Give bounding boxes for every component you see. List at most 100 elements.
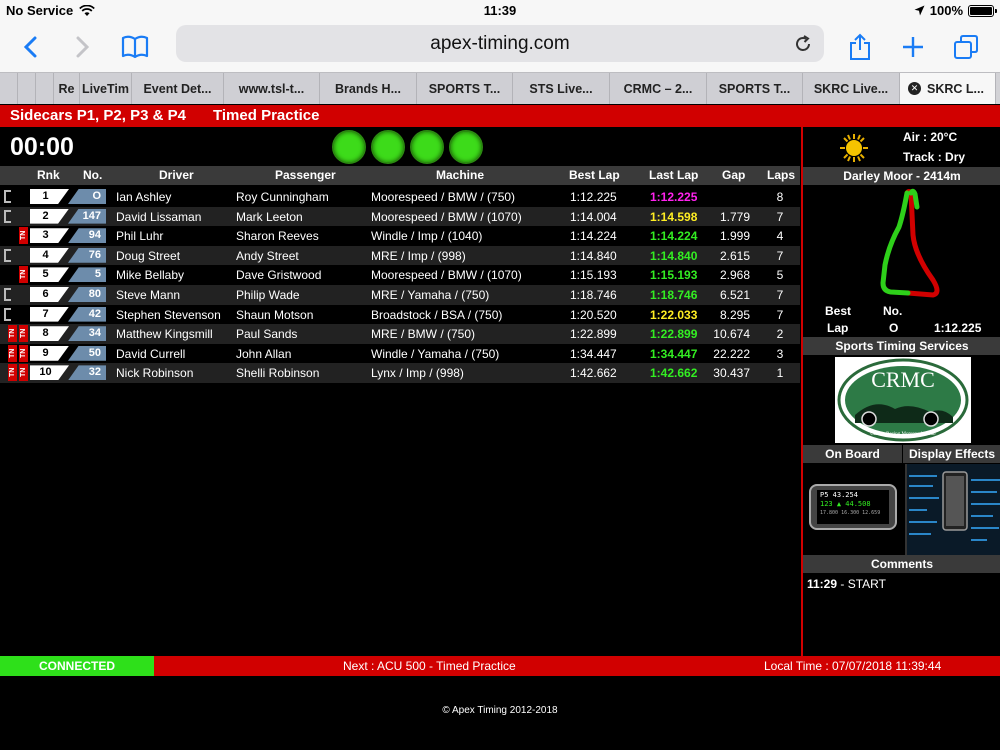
rank-cell: 9 [30,345,69,361]
tab-label: Event Det... [143,81,212,96]
feature-thumbnails: P5 43.254 123 ▲ 44.508 17.800 16.300 12.… [803,464,1000,556]
col-machine: Machine [436,168,485,182]
last-lap-cell: 1:14.840 [650,248,698,263]
book-icon [121,35,149,59]
driver-cell: Phil Luhr [116,229,164,244]
onboard-line: P5 43.254 [820,491,858,499]
driver-cell: Steve Mann [116,288,181,302]
connection-status: CONNECTED [0,656,154,676]
col-rnk: Rnk [37,168,60,182]
status-time: 11:39 [483,3,517,18]
col-best-lap: Best Lap [569,168,620,182]
best-lap-cell: 1:14.840 [570,248,617,263]
col-driver: Driver [159,168,194,182]
forward-button[interactable] [65,30,101,64]
tabs-overview-button[interactable] [948,30,984,64]
tn-badge: TN [19,325,28,343]
passenger-cell: Shelli Robinson [236,366,320,381]
browser-tab[interactable]: Brands H... [320,73,417,104]
last-lap-cell: 1:14.598 [650,209,698,224]
best-lap-cell: 1:22.899 [570,327,617,342]
best-lap-cell: 1:34.447 [570,346,617,361]
browser-toolbar: apex-timing.com [0,22,1000,72]
col-passenger: Passenger [275,168,336,182]
browser-tab[interactable]: SPORTS T... [707,73,803,104]
best-lap-no: O [889,321,899,335]
col-laps: Laps [767,168,796,182]
next-session: Next : ACU 500 - Timed Practice [343,659,516,673]
display-effects-label[interactable]: Display Effects [903,445,1000,463]
driver-cell: Ian Ashley [116,190,172,204]
browser-tab[interactable]: Event Det... [132,73,224,104]
best-lap-cell: 1:14.224 [570,229,617,244]
tn-badge: TN [19,227,28,245]
laps-cell: 8 [776,190,784,204]
tn-badge: TN [19,344,28,362]
sponsor-title: Sports Timing Services [803,337,1000,355]
battery-percent: 100% [929,3,963,18]
browser-tab[interactable]: STS Live... [513,73,610,104]
browser-tab[interactable]: ✕ SKRC L... [900,73,996,104]
browser-tab[interactable] [36,73,54,104]
last-lap-cell: 1:12.225 [650,190,698,204]
number-cell: 147 [68,208,106,224]
tn-badge: TN [8,325,17,343]
last-lap-cell: 1:22.033 [650,307,698,322]
browser-tab[interactable] [18,73,36,104]
green-light-icon [449,130,483,164]
onboard-label[interactable]: On Board [803,445,902,463]
col-gap: Gap [722,168,746,182]
number-cell: 42 [68,306,106,322]
onboard-thumbnail[interactable]: P5 43.254 123 ▲ 44.508 17.800 16.300 12.… [809,484,897,530]
display-effects-thumbnail[interactable] [905,464,1000,556]
machine-cell: Moorespeed / BMW / (1070) [371,209,522,224]
driver-cell: Stephen Stevenson [116,307,221,322]
table-row: TN TN 8 34 Matthew Kingsmill Paul Sands MRE / … [0,324,800,344]
bookmarks-button[interactable] [117,30,153,64]
bracket-icon [4,209,11,223]
machine-cell: Lynx / Imp / (998) [371,366,464,381]
reload-button[interactable] [790,31,816,57]
gap-cell: 30.437 [713,366,750,381]
browser-tab[interactable]: SPORTS T... [417,73,513,104]
onboard-line: 123 ▲ 44.508 [820,500,871,508]
reload-icon [796,35,810,51]
browser-tab[interactable]: www.tsl-t... [224,73,320,104]
table-row: TN 3 94 Phil Luhr Sharon Reeves Windle / Imp … [0,226,800,246]
best-no-label: No. [883,304,903,318]
browser-tab[interactable]: Re [54,73,80,104]
gap-cell: 8.295 [719,307,750,322]
tab-strip: Re LiveTim Event Det... www.tsl-t... Brands … [0,72,1000,104]
new-tab-button[interactable] [895,30,931,64]
gap-cell: 1.999 [719,229,750,244]
browser-tab[interactable]: SKRC Live... [803,73,900,104]
url-text: apex-timing.com [430,32,570,54]
table-row: TN TN 9 50 David Currell John Allan Windle / Y… [0,344,800,364]
laps-cell: 4 [776,229,784,244]
share-button[interactable] [842,30,878,64]
browser-tab[interactable]: CRMC – 2... [610,73,707,104]
track-condition: Track : Dry [903,150,966,164]
url-bar[interactable]: apex-timing.com [176,25,824,62]
rank-cell: 4 [30,247,69,263]
laps-cell: 1 [776,366,784,381]
green-light-icon [410,130,444,164]
local-time: Local Time : 07/07/2018 11:39:44 [764,659,942,673]
chevron-right-icon [76,36,90,58]
browser-tab[interactable]: LiveTim [80,73,132,104]
rank-cell: 1 [30,189,69,204]
gap-cell: 2.615 [719,248,750,263]
last-lap-cell: 1:15.193 [650,268,698,283]
comments-title: Comments [803,555,1000,573]
back-button[interactable] [12,30,48,64]
last-lap-cell: 1:42.662 [650,366,698,381]
bracket-icon [4,288,11,301]
browser-tab[interactable] [0,73,18,104]
tab-label: SPORTS T... [428,81,501,96]
comment-entry: 11:29 - START [807,577,886,591]
number-cell: O [68,189,106,204]
sponsor-logo[interactable]: CRMC Classic Racing Motorcycle Club [835,357,971,443]
close-tab-icon[interactable]: ✕ [908,82,921,95]
passenger-cell: Shaun Motson [236,307,314,322]
rank-cell: 5 [30,267,69,283]
